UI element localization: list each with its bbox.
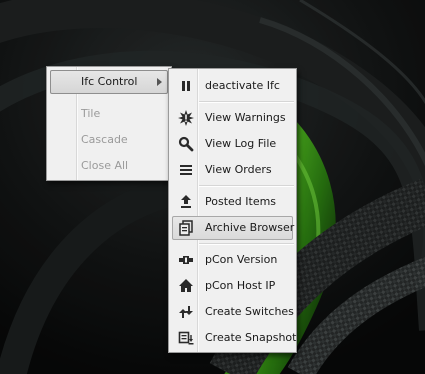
warning-burst-icon: [178, 110, 194, 126]
menu-separator: [199, 243, 294, 245]
submenu-arrow-icon: [157, 78, 162, 86]
menu-item-close-all[interactable]: Close All: [50, 154, 168, 178]
connector-icon: [179, 256, 193, 264]
menu-item-label: Posted Items: [205, 195, 277, 208]
ifc-control-submenu: deactivate Ifc View Warnings View Log Fi…: [168, 68, 297, 353]
menu-separator: [199, 185, 294, 187]
menu-item-create-snapshot[interactable]: Create Snapshot: [172, 326, 297, 350]
menu-item-label: View Warnings: [205, 111, 286, 124]
magnifier-icon: [178, 136, 194, 152]
menu-item-deactivate-ifc[interactable]: deactivate Ifc: [172, 74, 293, 98]
pause-icon: [182, 81, 190, 91]
menu-item-view-warnings[interactable]: View Warnings: [172, 106, 293, 130]
menu-item-view-orders[interactable]: View Orders: [172, 158, 293, 182]
switch-arrows-icon: [179, 306, 193, 318]
menu-item-pcon-host-ip[interactable]: pCon Host IP: [172, 274, 293, 298]
menu-item-create-switches[interactable]: Create Switches: [172, 300, 294, 324]
home-icon: [179, 279, 193, 292]
menu-item-label: Ifc Control: [81, 75, 138, 88]
menu-item-label: Create Snapshot: [205, 331, 297, 344]
menu-item-view-log-file[interactable]: View Log File: [172, 132, 293, 156]
menu-item-tile[interactable]: Tile: [50, 102, 168, 126]
window-menu: Ifc Control Tile Cascade Close All: [46, 66, 172, 181]
menu-item-label: deactivate Ifc: [205, 79, 280, 92]
menu-item-ifc-control[interactable]: Ifc Control: [50, 70, 168, 94]
menu-item-posted-items[interactable]: Posted Items: [172, 190, 293, 214]
upload-icon: [181, 195, 191, 208]
list-lines-icon: [180, 165, 192, 175]
menu-item-label: View Log File: [205, 137, 277, 150]
menu-item-pcon-version[interactable]: pCon Version: [172, 248, 293, 272]
menu-item-archive-browser[interactable]: Archive Browser: [172, 216, 295, 240]
menu-item-cascade[interactable]: Cascade: [50, 128, 168, 152]
menu-item-label: pCon Version: [205, 253, 278, 266]
menu-item-label: Create Switches: [205, 305, 294, 318]
snapshot-icon: [178, 331, 194, 345]
menu-item-label: View Orders: [205, 163, 272, 176]
archive-icon: [179, 220, 193, 236]
menu-item-label: Cascade: [81, 133, 128, 146]
menu-separator: [199, 101, 294, 103]
menu-item-label: Archive Browser: [205, 221, 295, 234]
menu-item-label: Tile: [81, 107, 101, 120]
menu-item-label: Close All: [81, 159, 129, 172]
menu-item-label: pCon Host IP: [205, 279, 276, 292]
